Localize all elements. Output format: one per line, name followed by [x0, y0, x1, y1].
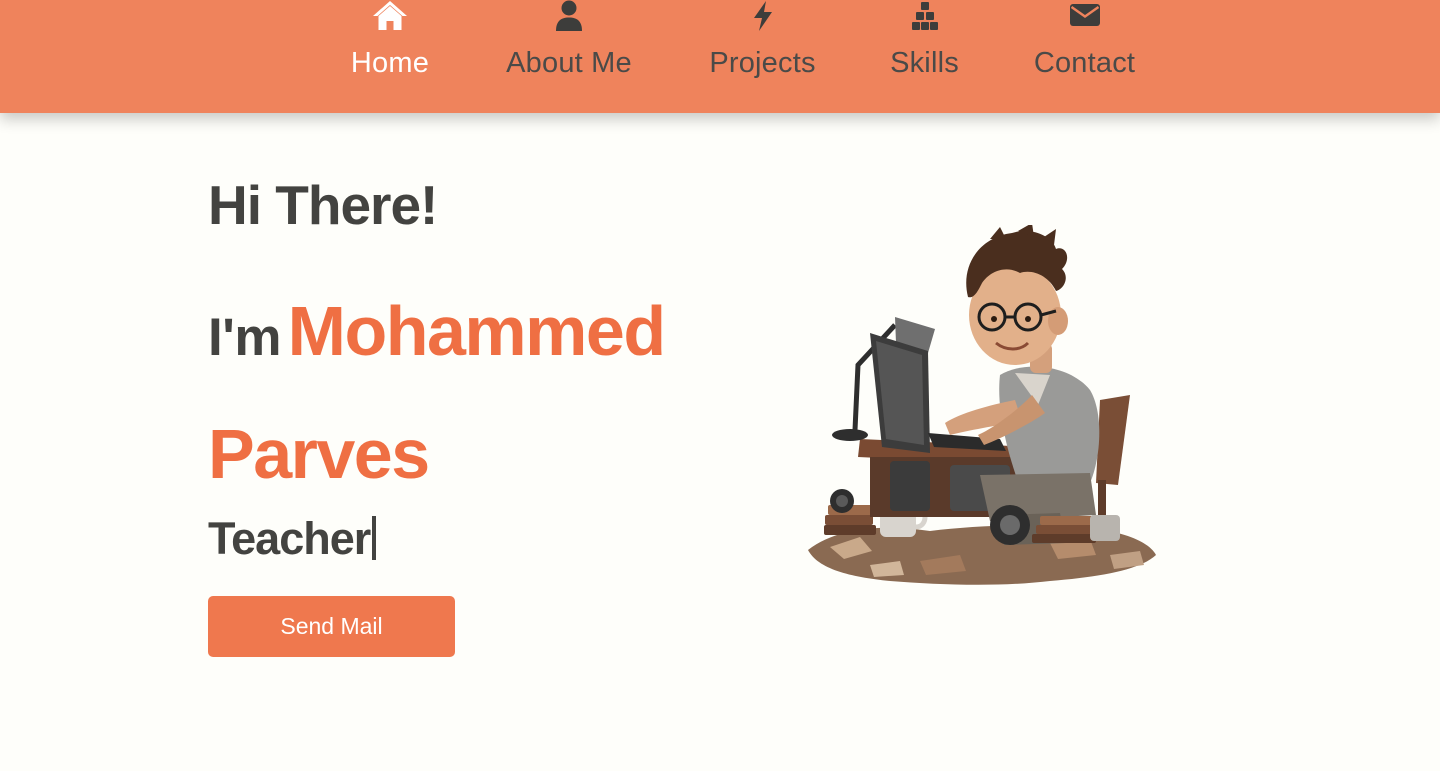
send-mail-button[interactable]: Send Mail — [208, 596, 455, 657]
bolt-icon — [751, 0, 775, 34]
hero-name-heading: I'm Mohammed Parves — [208, 278, 768, 524]
nav-item-skills[interactable]: Skills — [888, 0, 961, 100]
nav-label-home: Home — [350, 47, 430, 79]
hero-role-text: Teacher — [208, 513, 371, 564]
hero-name-prefix: I'm — [208, 308, 281, 367]
developer-illustration — [800, 223, 1160, 590]
home-icon — [372, 0, 408, 34]
hero-role: Teacher — [208, 509, 377, 569]
cubes-icon — [911, 0, 939, 34]
user-icon — [555, 0, 583, 34]
nav-item-about-me[interactable]: About Me — [502, 0, 636, 100]
nav-label-projects: Projects — [709, 47, 816, 79]
nav-label-contact: Contact — [1033, 47, 1136, 79]
typing-cursor — [372, 516, 377, 560]
nav-label-skills: Skills — [890, 47, 959, 79]
nav-item-home[interactable]: Home — [348, 0, 432, 100]
nav-label-about-me: About Me — [506, 47, 632, 79]
hero-greeting: Hi There! — [208, 174, 438, 236]
nav-item-projects[interactable]: Projects — [706, 0, 819, 100]
navbar: Home About Me Projects Skills Contact — [0, 0, 1440, 113]
nav-item-contact[interactable]: Contact — [1030, 0, 1139, 100]
envelope-icon — [1069, 0, 1101, 34]
